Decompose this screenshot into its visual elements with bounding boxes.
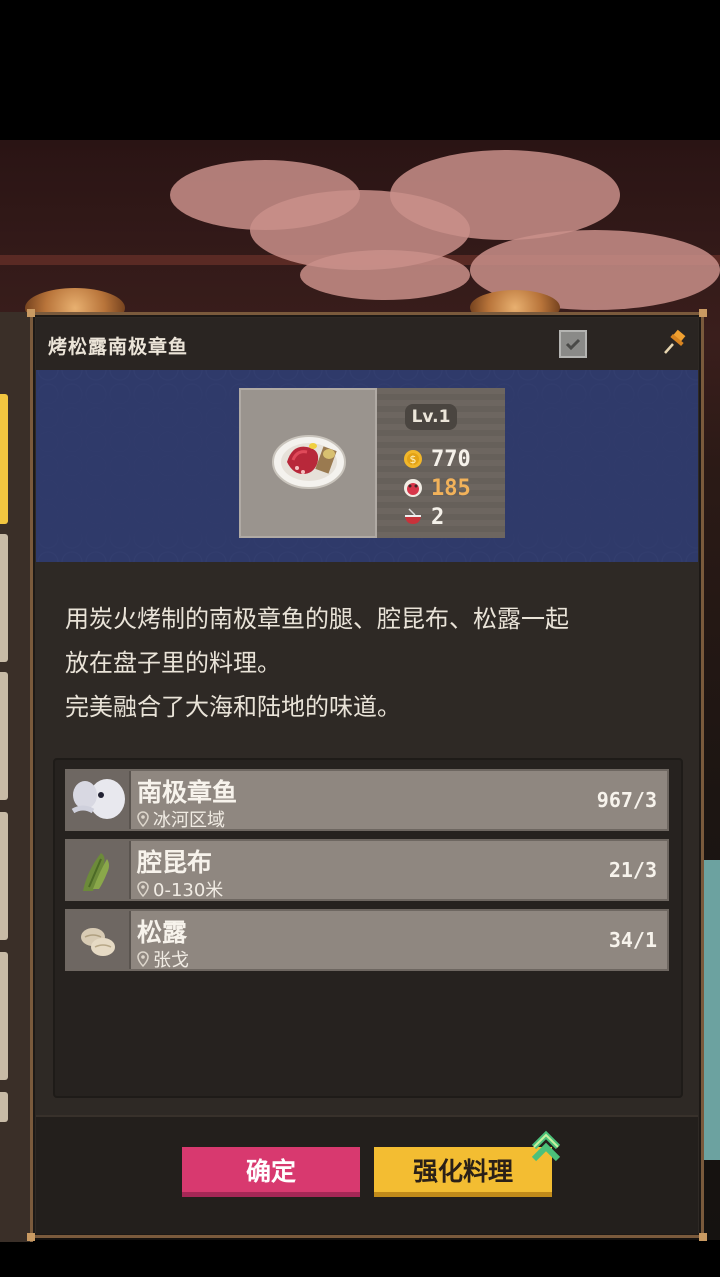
dish-list-item[interactable] bbox=[0, 672, 8, 800]
dish-header-band: Lv.1 $ 770 185 2 bbox=[36, 370, 698, 562]
upgrade-arrow-icon bbox=[531, 1130, 561, 1162]
ingredient-thumb bbox=[67, 911, 131, 969]
dish-list-item[interactable] bbox=[0, 952, 8, 1080]
ingredient-name: 腔昆布 bbox=[137, 848, 213, 877]
ingredient-name: 松露 bbox=[137, 918, 188, 947]
bowl-icon bbox=[405, 508, 421, 524]
dish-card: Lv.1 $ 770 185 2 bbox=[239, 388, 505, 538]
confirm-button[interactable]: 确定 bbox=[182, 1147, 360, 1197]
panel-titlebar: 烤松露南极章鱼 bbox=[36, 318, 698, 372]
octopus-icon bbox=[71, 779, 125, 819]
taste-value: 185 bbox=[431, 475, 471, 501]
pin-icon[interactable] bbox=[660, 328, 690, 358]
price-value: 770 bbox=[431, 446, 471, 472]
ingredient-location: 冰河区域 bbox=[137, 806, 225, 832]
frame-corner bbox=[699, 309, 707, 317]
description-line: 用炭火烤制的南极章鱼的腿、腔昆布、松露一起 bbox=[65, 605, 569, 633]
ingredient-row[interactable]: 松露 张戈 34/1 bbox=[65, 909, 669, 971]
panel-footer: 确定 强化料理 bbox=[36, 1115, 698, 1234]
ingredient-count: 967/3 bbox=[596, 788, 657, 812]
taste-icon bbox=[404, 479, 422, 497]
ingredient-location-text: 张戈 bbox=[153, 950, 189, 971]
ingredient-location-text: 0-130米 bbox=[153, 880, 224, 901]
portion-row: 2 bbox=[403, 504, 444, 530]
taste-row: 185 bbox=[403, 475, 471, 501]
dish-list-item-selected[interactable] bbox=[0, 394, 8, 524]
dish-stats-panel: Lv.1 $ 770 185 2 bbox=[377, 388, 505, 538]
frame-corner bbox=[699, 1233, 707, 1241]
ingredient-count: 21/3 bbox=[608, 858, 657, 882]
dish-list-edge[interactable] bbox=[0, 312, 33, 1242]
dish-title: 烤松露南极章鱼 bbox=[48, 336, 189, 358]
seaweed-icon bbox=[83, 853, 109, 891]
ingredient-location: 张戈 bbox=[137, 946, 189, 972]
ingredient-row[interactable]: 南极章鱼 冰河区域 967/3 bbox=[65, 769, 669, 831]
svg-text:$: $ bbox=[410, 453, 417, 466]
cherry-blossom-cluster bbox=[390, 150, 620, 240]
ingredient-thumb bbox=[67, 771, 131, 829]
ingredient-row[interactable]: 腔昆布 0-130米 21/3 bbox=[65, 839, 669, 901]
ingredient-name: 南极章鱼 bbox=[137, 778, 238, 807]
location-pin-icon bbox=[137, 811, 149, 827]
dish-description: 用炭火烤制的南极章鱼的腿、腔昆布、松露一起 放在盘子里的料理。 完美融合了大海和… bbox=[65, 597, 675, 729]
description-line: 完美融合了大海和陆地的味道。 bbox=[65, 693, 401, 721]
location-pin-icon bbox=[137, 881, 149, 897]
dish-list-item[interactable] bbox=[0, 534, 8, 662]
ingredient-location-text: 冰河区域 bbox=[153, 810, 225, 831]
dish-list-item[interactable] bbox=[0, 1092, 8, 1122]
dish-detail-panel: 烤松露南极章鱼 Lv.1 $ 770 185 2 用炭火烤制的南极章鱼的腿、腔昆… bbox=[27, 309, 707, 1241]
checkbox-button[interactable] bbox=[559, 330, 587, 358]
ingredient-count: 34/1 bbox=[608, 928, 657, 952]
ingredient-thumb bbox=[67, 841, 131, 899]
frame-corner bbox=[27, 309, 35, 317]
check-icon bbox=[565, 338, 581, 351]
portion-value: 2 bbox=[431, 504, 445, 530]
price-row: $ 770 bbox=[403, 446, 471, 472]
frame-corner bbox=[27, 1233, 35, 1241]
level-badge: Lv.1 bbox=[405, 404, 457, 430]
ingredient-location: 0-130米 bbox=[137, 876, 223, 902]
dish-image-frame bbox=[239, 388, 377, 538]
dish-list-item[interactable] bbox=[0, 812, 8, 940]
cherry-blossom-cluster bbox=[300, 250, 470, 300]
description-line: 放在盘子里的料理。 bbox=[65, 649, 281, 677]
coin-icon: $ bbox=[404, 450, 422, 468]
location-pin-icon bbox=[137, 951, 149, 967]
truffle-icon bbox=[81, 928, 115, 956]
ingredients-list: 南极章鱼 冰河区域 967/3 腔昆布 0-130米 21/3 松露 张戈 34… bbox=[53, 758, 683, 1098]
grilled-octopus-dish-icon bbox=[272, 435, 346, 489]
